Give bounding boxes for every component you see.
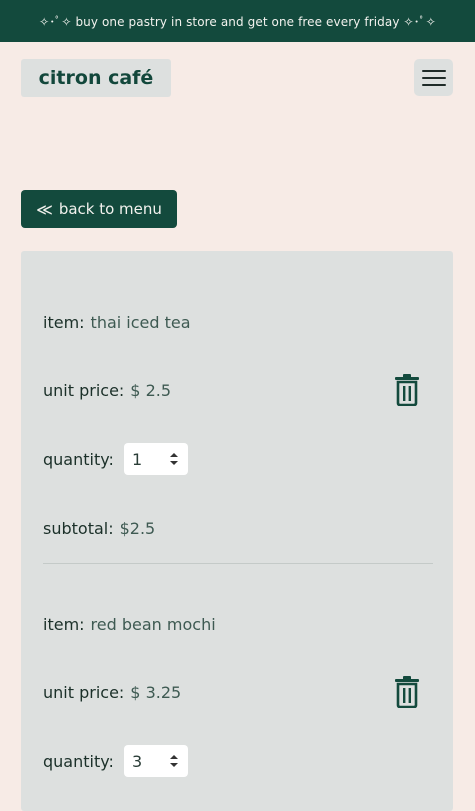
- item-divider: [43, 563, 433, 564]
- subtotal-value: $2.5: [119, 518, 156, 538]
- quantity-stepper[interactable]: 1: [123, 443, 188, 475]
- spinner-arrows-icon[interactable]: [168, 450, 180, 468]
- subtotal-label: subtotal:: [43, 518, 114, 538]
- back-to-menu-label: back to menu: [58, 200, 162, 218]
- item-name-row: item: red bean mochi: [43, 608, 216, 640]
- quantity-label: quantity:: [43, 449, 114, 469]
- subtotal-row: subtotal: $2.5: [43, 512, 155, 544]
- hamburger-menu-button[interactable]: [414, 59, 453, 96]
- unit-price-label: unit price:: [43, 380, 125, 400]
- unit-price-value: $ 2.5: [130, 380, 172, 400]
- trash-icon[interactable]: [393, 374, 421, 406]
- item-name: red bean mochi: [90, 614, 216, 634]
- item-label: item:: [43, 312, 85, 332]
- quantity-row: quantity: 3: [43, 745, 188, 777]
- item-name-row: item: thai iced tea: [43, 306, 191, 338]
- hamburger-menu-icon-bar: [421, 76, 446, 79]
- quantity-label: quantity:: [43, 751, 114, 771]
- item-label: item:: [43, 614, 85, 634]
- unit-price-value: $ 3.25: [130, 682, 182, 702]
- quantity-row: quantity: 1: [43, 443, 188, 475]
- quantity-value: 1: [131, 449, 143, 469]
- hamburger-menu-icon: [421, 69, 446, 72]
- unit-price-label: unit price:: [43, 682, 125, 702]
- quantity-stepper[interactable]: 3: [123, 745, 188, 777]
- unit-price-row: unit price: $ 2.5: [43, 374, 171, 406]
- hamburger-menu-icon-bar: [421, 83, 446, 86]
- spinner-arrows-icon[interactable]: [168, 752, 180, 770]
- promo-banner-text: ✧･ﾟ✧ buy one pastry in store and get one…: [39, 14, 436, 29]
- double-chevron-left-icon: ≪: [36, 199, 53, 219]
- unit-price-row: unit price: $ 3.25: [43, 676, 181, 708]
- promo-banner: ✧･ﾟ✧ buy one pastry in store and get one…: [0, 0, 475, 42]
- item-name: thai iced tea: [90, 312, 191, 332]
- site-logo[interactable]: citron café: [21, 59, 171, 97]
- trash-icon[interactable]: [393, 676, 421, 708]
- quantity-value: 3: [131, 751, 143, 771]
- back-to-menu-button[interactable]: ≪ back to menu: [21, 190, 177, 228]
- logo-text: citron café: [38, 67, 154, 89]
- cart-panel: item: thai iced tea unit price: $ 2.5 qu…: [21, 251, 453, 811]
